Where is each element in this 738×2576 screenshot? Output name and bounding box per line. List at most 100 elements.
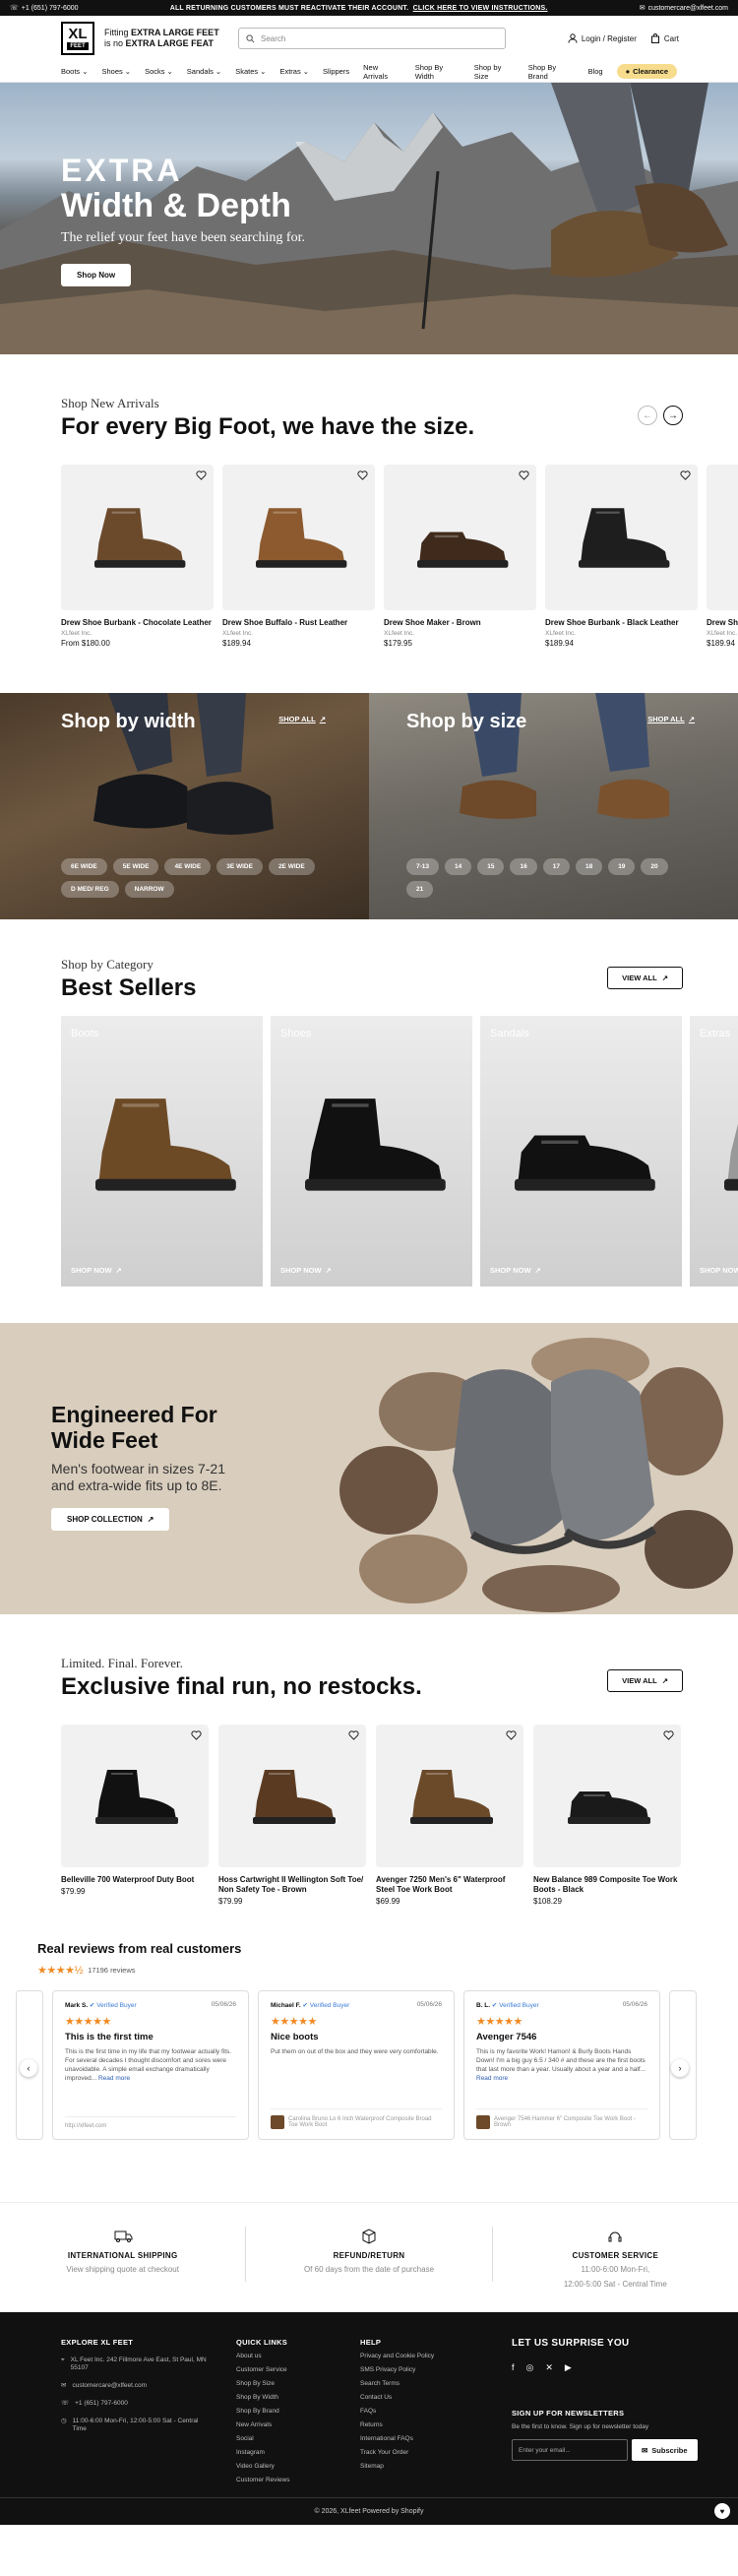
footer-link[interactable]: Sitemap [360,2463,434,2471]
newsletter-email-input[interactable]: Enter your email... [512,2439,628,2461]
footer-link[interactable]: FAQs [360,2408,434,2416]
shop-collection-button[interactable]: SHOP COLLECTION ↗ [51,1508,170,1531]
footer-phone[interactable]: ☏ +1 (651) 797-6000 [61,2400,209,2408]
width-chip[interactable]: 5E WIDE [112,858,159,875]
footer-link[interactable]: Search Terms [360,2380,434,2388]
footer-link[interactable]: Shop By Size [236,2380,290,2388]
topbar-phone[interactable]: ☏ +1 (651) 797-6000 [10,4,79,13]
footer-email[interactable]: ✉ customercare@xlfeet.com [61,2382,209,2390]
x-icon[interactable]: ✕ [545,2362,553,2373]
nav-item-shop-by-size[interactable]: Shop by Size [474,63,515,81]
footer-link[interactable]: Instagram [236,2449,290,2457]
logo[interactable]: XL FEET [61,22,94,55]
product-card[interactable]: Drew Shoe Maker - Brown XLfeet Inc. $179.9… [384,465,536,648]
product-image-box[interactable] [533,1725,681,1867]
category-card-shoes[interactable]: Shoes SHOP NOW ↗ [271,1016,472,1287]
footer-link[interactable]: Social [236,2435,290,2443]
product-name[interactable]: Drew Shoe Burbank - Chocolate Leather [61,618,214,628]
facebook-icon[interactable]: f [512,2362,515,2373]
category-card-boots[interactable]: Boots SHOP NOW ↗ [61,1016,263,1287]
size-chip[interactable]: 15 [477,858,505,875]
search-input[interactable]: Search [238,28,506,49]
instructions-link[interactable]: CLICK HERE TO VIEW INSTRUCTIONS. [413,5,548,12]
wishlist-heart-icon[interactable] [519,471,529,480]
youtube-icon[interactable]: ▶ [565,2362,572,2373]
product-image-box[interactable] [376,1725,523,1867]
footer-link[interactable]: Track Your Order [360,2449,434,2457]
wishlist-heart-icon[interactable] [663,1730,674,1740]
product-image-box[interactable] [384,465,536,610]
wishlist-heart-icon[interactable] [348,1730,359,1740]
size-chip[interactable]: 18 [575,858,603,875]
wishlist-heart-icon[interactable] [506,1730,517,1740]
product-card[interactable]: Belleville 700 Waterproof Duty Boot $79.9… [61,1725,209,1906]
footer-link[interactable]: Customer Service [236,2366,290,2374]
nav-item-shoes[interactable]: Shoes ⌄ [101,67,131,76]
reviews-next-icon[interactable]: › [671,2059,689,2077]
wishlist-heart-icon[interactable] [191,1730,202,1740]
size-chip[interactable]: 17 [542,858,570,875]
product-name[interactable]: Hoss Cartwright II Wellington Soft Toe/ … [218,1875,366,1895]
footer-link[interactable]: Returns [360,2421,434,2429]
next-arrow-icon[interactable]: → [663,406,683,425]
shop-now-link[interactable]: SHOP NOW↗ [700,1266,738,1275]
read-more-link[interactable]: Read more [98,2075,130,2082]
nav-item-socks[interactable]: Socks ⌄ [145,67,173,76]
nav-item-shop-by-width[interactable]: Shop By Width [415,63,461,81]
shop-now-button[interactable]: Shop Now [61,264,132,286]
review-product[interactable]: http://xlfeet.com [65,2116,236,2129]
product-name[interactable]: Belleville 700 Waterproof Duty Boot [61,1875,209,1885]
product-card[interactable]: Drew Sh XLfeet Inc. $189.94 [707,465,738,648]
category-card-sandals[interactable]: Sandals SHOP NOW ↗ [480,1016,682,1287]
prev-arrow-icon[interactable]: ← [638,406,657,425]
product-image-box[interactable] [61,465,214,610]
size-chip[interactable]: 16 [510,858,537,875]
width-chip[interactable]: 2E WIDE [268,858,315,875]
category-card-extras[interactable]: Extras SHOP NOW↗ [690,1016,738,1287]
subscribe-button[interactable]: ✉ Subscribe [632,2439,698,2461]
size-shop-all-link[interactable]: SHOP ALL ↗ [647,715,695,723]
review-product[interactable]: Carolina Bruno Lo 6 Inch Waterproof Comp… [271,2108,442,2129]
product-card[interactable]: Drew Shoe Burbank - Black Leather XLfeet … [545,465,698,648]
product-card[interactable]: Hoss Cartwright II Wellington Soft Toe/ … [218,1725,366,1906]
nav-item-blog[interactable]: Blog [588,67,603,76]
width-chip[interactable]: 3E WIDE [216,858,263,875]
nav-item-new-arrivals[interactable]: New Arrivals [363,63,401,81]
wishlist-heart-icon[interactable] [680,471,691,480]
read-more-link[interactable]: Read more [476,2075,508,2082]
shop-now-link[interactable]: SHOP NOW↗ [280,1266,332,1275]
footer-link[interactable]: About us [236,2353,290,2360]
footer-link[interactable]: Shop By Brand [236,2408,290,2416]
topbar-email[interactable]: ✉ customercare@xlfeet.com [640,4,728,13]
product-image-box[interactable] [61,1725,209,1867]
product-name[interactable]: Drew Shoe Buffalo - Rust Leather [222,618,375,628]
footer-link[interactable]: Shop By Width [236,2394,290,2402]
product-image-box[interactable] [707,465,738,610]
width-shop-all-link[interactable]: SHOP ALL ↗ [278,715,326,723]
footer-link[interactable]: Customer Reviews [236,2477,290,2484]
cart-link[interactable]: Cart [650,33,679,43]
final-view-all-button[interactable]: VIEW ALL ↗ [607,1669,683,1692]
product-name[interactable]: Drew Sh [707,618,738,628]
product-image-box[interactable] [218,1725,366,1867]
nav-item-slippers[interactable]: Slippers [323,67,349,76]
footer-link[interactable]: Contact Us [360,2394,434,2402]
footer-link[interactable]: International FAQs [360,2435,434,2443]
clearance-button[interactable]: ● Clearance [616,64,677,79]
size-chip[interactable]: 7-13 [406,858,440,875]
product-name[interactable]: Drew Shoe Maker - Brown [384,618,536,628]
product-card[interactable]: Avenger 7250 Men's 6" Waterproof Steel T… [376,1725,523,1906]
product-name[interactable]: Drew Shoe Burbank - Black Leather [545,618,698,628]
instagram-icon[interactable]: ◎ [526,2362,534,2373]
nav-item-shop-by-brand[interactable]: Shop By Brand [528,63,575,81]
product-card[interactable]: Drew Shoe Buffalo - Rust Leather XLfeet I… [222,465,375,648]
width-chip[interactable]: 6E WIDE [61,858,107,875]
reviews-prev-icon[interactable]: ‹ [20,2059,37,2077]
wishlist-heart-icon[interactable] [357,471,368,480]
product-image-box[interactable] [545,465,698,610]
product-name[interactable]: New Balance 989 Composite Toe Work Boots… [533,1875,681,1895]
product-image-box[interactable] [222,465,375,610]
nav-item-extras[interactable]: Extras ⌄ [279,67,309,76]
product-card[interactable]: Drew Shoe Burbank - Chocolate Leather XLf… [61,465,214,648]
nav-item-sandals[interactable]: Sandals ⌄ [187,67,221,76]
